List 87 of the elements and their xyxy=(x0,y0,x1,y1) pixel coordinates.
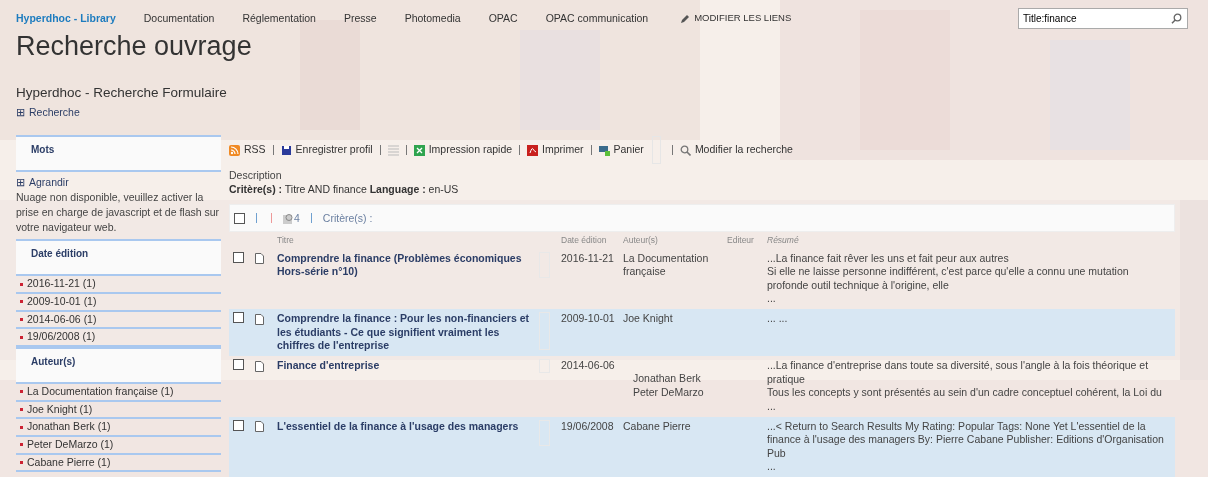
search-icon[interactable] xyxy=(1171,13,1182,24)
form-title: Hyperdhoc - Recherche Formulaire xyxy=(16,84,228,102)
facet-heading: Date édition xyxy=(16,239,221,277)
toolbar-link[interactable]: Impression rapide xyxy=(413,143,513,157)
facet-link[interactable]: Jonathan Berk (1) xyxy=(27,420,111,434)
column-header: Editeur xyxy=(727,235,754,246)
column-header: Date édition xyxy=(561,235,607,246)
select-all-checkbox[interactable] xyxy=(234,212,245,224)
criteria-text: Critère(s) : Titre AND finance Language : en-US xyxy=(229,182,460,197)
author-name: Joe Knight xyxy=(623,312,674,326)
facet-link[interactable]: 2014-06-06 (1) xyxy=(27,312,97,327)
facet-link[interactable]: 2009-10-01 (1) xyxy=(27,295,97,309)
author-name: Jonathan Berk xyxy=(633,372,702,386)
summary-text: ...La finance d'entreprise dans toute sa diversité, sous l'angle à la fois théorique et pratique xyxy=(767,359,1150,387)
facet-link[interactable]: 19/06/2008 (1) xyxy=(27,330,96,345)
document-icon xyxy=(255,421,264,433)
document-icon xyxy=(255,253,264,265)
row-checkbox[interactable] xyxy=(233,359,244,370)
bullet-icon xyxy=(20,282,23,286)
result-title-link[interactable]: Finance d'entreprise xyxy=(277,359,531,373)
document-icon xyxy=(255,360,264,372)
summary-text: ...< Return to Search Results My Rating: Popular Tags: None Yet L'essentiel de la finance à l'usage des managers By: Pierre Cabane Publisher: Editions d'Organisation Pub xyxy=(767,419,1165,461)
facet-heading: Mots xyxy=(16,135,221,173)
nav-link[interactable]: Presse xyxy=(343,11,377,26)
date-cell: 2009-10-01 xyxy=(561,312,615,325)
result-title-link[interactable]: Comprendre la finance (Problèmes économiques Hors-série n°10) xyxy=(277,251,531,279)
date-cell: 2014-06-06 xyxy=(561,359,615,371)
summary-text: ... ... xyxy=(767,312,789,326)
facet-link[interactable]: La Documentation française (1) xyxy=(27,385,174,399)
toolbar-link[interactable]: Enregistrer profil xyxy=(280,143,373,157)
criteria-label: Critère(s) : xyxy=(322,211,373,226)
cloud-unavailable-note: Nuage non disponible, veuillez activer la prise en charge de javascript et de flash sur votre navigateur web. xyxy=(16,189,221,236)
author-name: Peter DeMarzo xyxy=(633,385,705,400)
row-checkbox[interactable] xyxy=(233,419,244,431)
expand-link[interactable]: ⊞ Agrandir xyxy=(16,176,69,190)
summary-text: ... xyxy=(767,399,777,414)
nav-link[interactable]: Réglementation xyxy=(242,11,316,26)
row-checkbox[interactable] xyxy=(233,312,244,324)
nav-link[interactable]: Documentation xyxy=(143,11,215,26)
column-header: Résumé xyxy=(767,235,799,246)
bullet-icon xyxy=(20,390,23,394)
bullet-icon xyxy=(20,318,23,322)
summary-text: ...La finance fait rêver les uns et fait peur aux autres xyxy=(767,251,1010,266)
bullet-icon xyxy=(20,408,23,411)
pencil-icon xyxy=(680,13,691,24)
facet-heading: Auteur(s) xyxy=(16,347,221,385)
summary-text: Tous les concepts y sont présentés au sein d'un cadre conceptuel cohérent, la Loi du xyxy=(767,386,1163,400)
summary-text: ... xyxy=(767,460,777,475)
basket-icon xyxy=(598,144,610,156)
spreadsheet-icon xyxy=(413,144,425,156)
column-header: Auteur(s) xyxy=(623,235,658,246)
description-label: Description xyxy=(229,169,283,183)
bullet-icon xyxy=(20,425,23,429)
column-header: Titre xyxy=(277,235,294,246)
search-toggle-link[interactable]: ⊞ Recherche xyxy=(16,105,80,120)
magnifier-icon xyxy=(283,212,294,224)
toolbar-link[interactable]: Imprimer xyxy=(527,143,584,157)
summary-text: ... xyxy=(767,292,777,307)
bullet-icon xyxy=(20,460,23,464)
document-icon xyxy=(255,313,264,325)
results-count: 4 xyxy=(283,211,300,226)
search-icon xyxy=(679,144,691,156)
site-title-link[interactable]: Hyperdhoc - Library xyxy=(16,11,116,26)
edit-links-link[interactable]: MODIFIER LES LIENS xyxy=(680,12,792,25)
facet-link[interactable]: Joe Knight (1) xyxy=(27,402,93,417)
facet-link[interactable]: Cabane Pierre (1) xyxy=(27,455,111,470)
bullet-icon xyxy=(20,300,23,304)
nav-link[interactable]: OPAC xyxy=(488,11,518,26)
date-cell: 2016-11-21 xyxy=(561,251,614,264)
page-title: Recherche ouvrage xyxy=(16,33,253,60)
author-name: La Documentation française xyxy=(623,251,710,279)
toolbar-link[interactable]: Panier xyxy=(598,143,644,157)
summary-text: Si elle ne laisse personne indifférent, c'est parce qu'elle a connu une mutation profonde outil technique à l'origine, elle xyxy=(767,265,1130,293)
facet-link[interactable]: Peter DeMarzo (1) xyxy=(27,437,114,452)
author-name: Cabane Pierre xyxy=(623,419,692,434)
nav-link[interactable]: OPAC communication xyxy=(545,11,649,26)
toolbar-link[interactable]: Modifier la recherche xyxy=(679,143,793,157)
facet-link[interactable]: 2016-11-21 (1) xyxy=(27,277,96,292)
date-cell: 19/06/2008 xyxy=(561,419,614,432)
row-checkbox[interactable] xyxy=(233,251,244,263)
toolbar-link[interactable]: RSS xyxy=(229,143,266,157)
search-field[interactable]: Title:finance xyxy=(1018,8,1188,29)
bullet-icon xyxy=(20,335,23,339)
rss-icon xyxy=(229,144,240,156)
nav-link[interactable]: Photomedia xyxy=(404,11,461,26)
bullet-icon xyxy=(20,443,23,447)
pdf-icon xyxy=(527,144,539,156)
